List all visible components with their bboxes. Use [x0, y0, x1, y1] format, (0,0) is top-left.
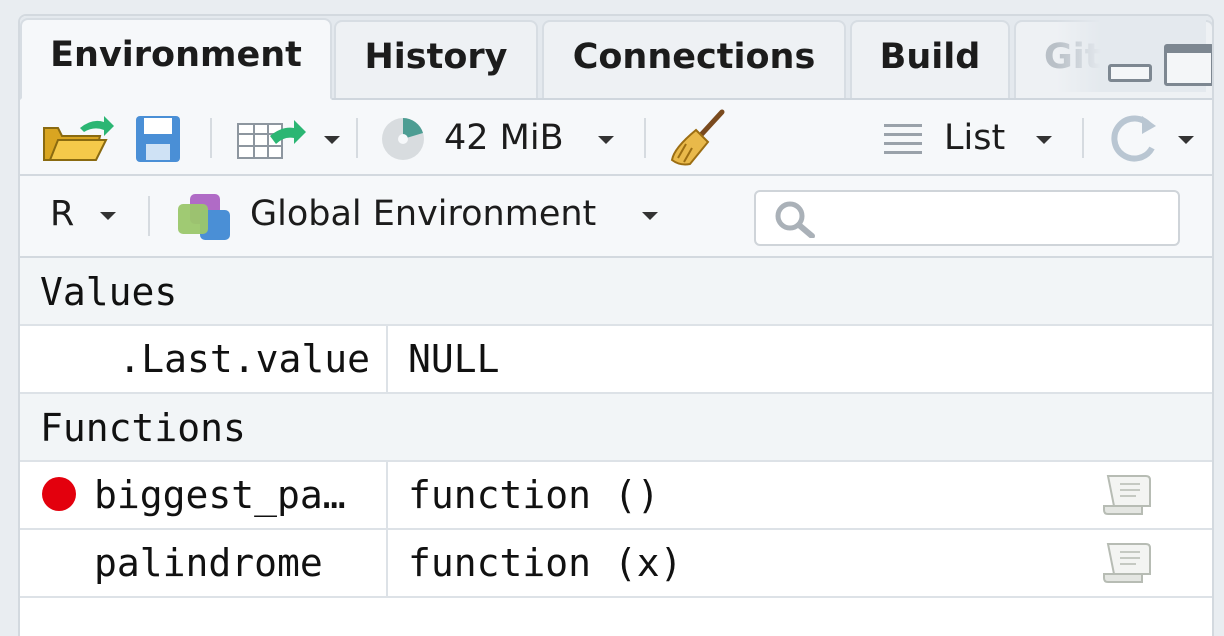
toolbar-separator [1082, 118, 1084, 158]
function-value: function () [408, 473, 660, 517]
variable-name: .Last.value [20, 326, 388, 392]
window-controls [1056, 16, 1212, 92]
functions-section-header[interactable]: Functions [20, 394, 1212, 462]
function-value: function (x) [408, 541, 683, 585]
memory-usage-label[interactable]: 42 MiB [444, 118, 564, 158]
tab-history[interactable]: History [334, 20, 538, 98]
memory-usage-pie-icon[interactable] [380, 116, 426, 162]
list-view-icon[interactable] [882, 122, 924, 156]
view-mode-label[interactable]: List [944, 118, 1005, 158]
tab-connections[interactable]: Connections [542, 20, 846, 98]
import-dataset-icon[interactable] [236, 118, 306, 160]
memory-dropdown-icon[interactable] [598, 136, 614, 144]
minimize-pane-button[interactable] [1108, 64, 1152, 82]
view-function-source-icon[interactable] [1100, 540, 1152, 586]
refresh-dropdown-icon[interactable] [1178, 136, 1194, 144]
table-row[interactable]: biggest_pa… function () [20, 462, 1212, 530]
toolbar-separator [644, 118, 646, 158]
toolbar-separator [356, 118, 358, 158]
tab-build[interactable]: Build [850, 20, 1010, 98]
values-section-header[interactable]: Values [20, 258, 1212, 326]
load-workspace-icon[interactable] [40, 114, 114, 164]
table-row[interactable]: palindrome function (x) [20, 530, 1212, 598]
import-dataset-dropdown-icon[interactable] [324, 136, 340, 144]
empty-row [20, 598, 1212, 636]
environment-dropdown-icon[interactable] [642, 212, 658, 220]
view-mode-dropdown-icon[interactable] [1036, 136, 1052, 144]
language-dropdown-icon[interactable] [100, 212, 116, 220]
tab-environment[interactable]: Environment [20, 18, 332, 100]
environment-selector-label[interactable]: Global Environment [250, 194, 596, 234]
table-row[interactable]: .Last.value NULL [20, 326, 1212, 394]
pane-tab-bar: Environment History Connections Build Gi… [20, 16, 1212, 100]
environment-pane: Environment History Connections Build Gi… [18, 14, 1214, 636]
search-icon [775, 201, 815, 238]
global-environment-icon [178, 194, 230, 240]
maximize-pane-button[interactable] [1164, 44, 1212, 86]
toolbar-separator [210, 118, 212, 158]
view-function-source-icon[interactable] [1100, 472, 1152, 518]
toolbar-separator [148, 196, 150, 236]
refresh-icon[interactable] [1106, 112, 1162, 164]
language-selector-label[interactable]: R [50, 194, 74, 234]
function-name: palindrome [20, 530, 388, 596]
variable-value: NULL [408, 337, 500, 381]
environment-search-input[interactable] [754, 190, 1180, 246]
save-workspace-icon[interactable] [134, 114, 182, 164]
environment-toolbar: 42 MiB List [20, 100, 1212, 176]
clear-workspace-broom-icon[interactable] [668, 108, 728, 168]
function-name: biggest_pa… [20, 462, 388, 528]
environment-selector-bar: R Global Environment [20, 176, 1212, 258]
